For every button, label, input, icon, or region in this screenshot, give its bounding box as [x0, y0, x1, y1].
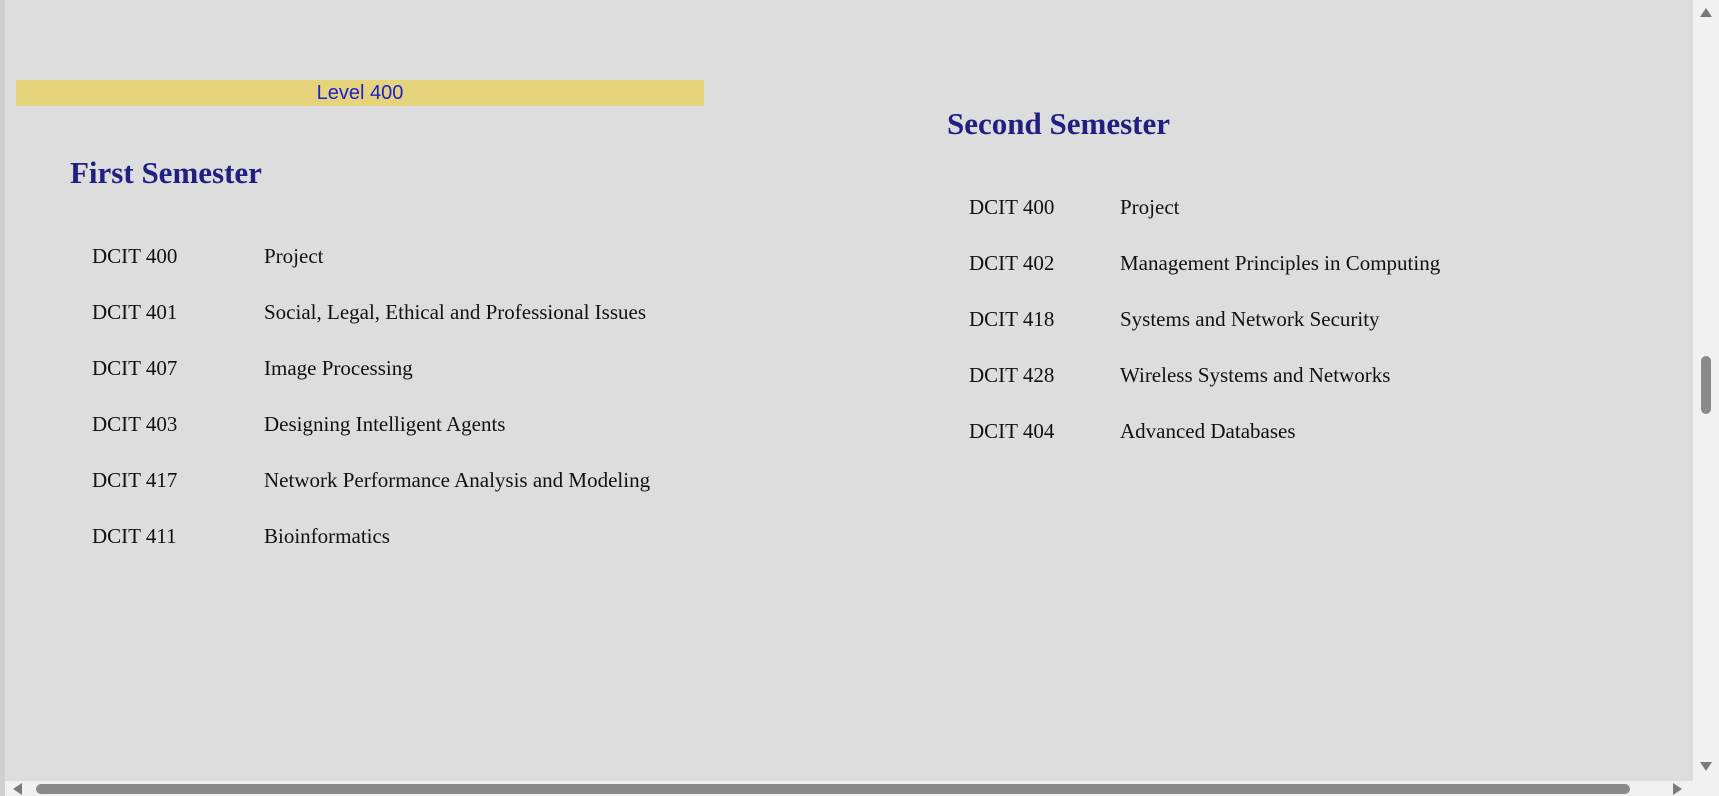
course-name: Bioinformatics — [264, 524, 390, 548]
course-code: DCIT 403 — [92, 412, 178, 436]
vertical-scroll-thumb[interactable] — [1701, 356, 1711, 414]
vertical-scrollbar[interactable] — [1693, 0, 1719, 781]
course-name: Image Processing — [264, 356, 413, 380]
course-code: DCIT 400 — [92, 244, 178, 268]
window-left-edge — [0, 0, 5, 796]
scroll-up-icon[interactable] — [1700, 8, 1712, 17]
scroll-right-icon[interactable] — [1673, 783, 1682, 795]
course-name: Network Performance Analysis and Modelin… — [264, 468, 651, 492]
course-code: DCIT 428 — [969, 363, 1055, 387]
horizontal-scroll-thumb[interactable] — [36, 784, 1630, 794]
course-name: Management Principles in Computing — [1120, 251, 1441, 275]
course-name: Social, Legal, Ethical and Professional … — [264, 300, 646, 324]
course-code: DCIT 402 — [969, 251, 1055, 275]
course-code: DCIT 411 — [92, 524, 177, 548]
scroll-left-icon[interactable] — [13, 783, 22, 795]
course-name: Project — [264, 244, 324, 268]
level-banner: Level 400 — [16, 80, 704, 106]
course-code: DCIT 404 — [969, 419, 1055, 443]
course-code: DCIT 417 — [92, 468, 178, 492]
second-semester-title: Second Semester — [947, 106, 1170, 141]
course-code: DCIT 418 — [969, 307, 1055, 331]
course-code: DCIT 401 — [92, 300, 178, 324]
course-name: Advanced Databases — [1120, 419, 1296, 443]
course-code: DCIT 400 — [969, 195, 1055, 219]
horizontal-scrollbar[interactable] — [5, 781, 1719, 796]
level-label: Level 400 — [316, 82, 404, 104]
course-name: Wireless Systems and Networks — [1120, 363, 1391, 387]
course-name: Systems and Network Security — [1120, 307, 1380, 331]
page-content: Level 400 First Semester DCIT 400 Projec… — [0, 0, 1719, 796]
scroll-down-icon[interactable] — [1700, 762, 1712, 771]
course-code: DCIT 407 — [92, 356, 178, 380]
course-name: Project — [1120, 195, 1180, 219]
first-semester-title: First Semester — [70, 155, 262, 190]
course-name: Designing Intelligent Agents — [264, 412, 506, 436]
